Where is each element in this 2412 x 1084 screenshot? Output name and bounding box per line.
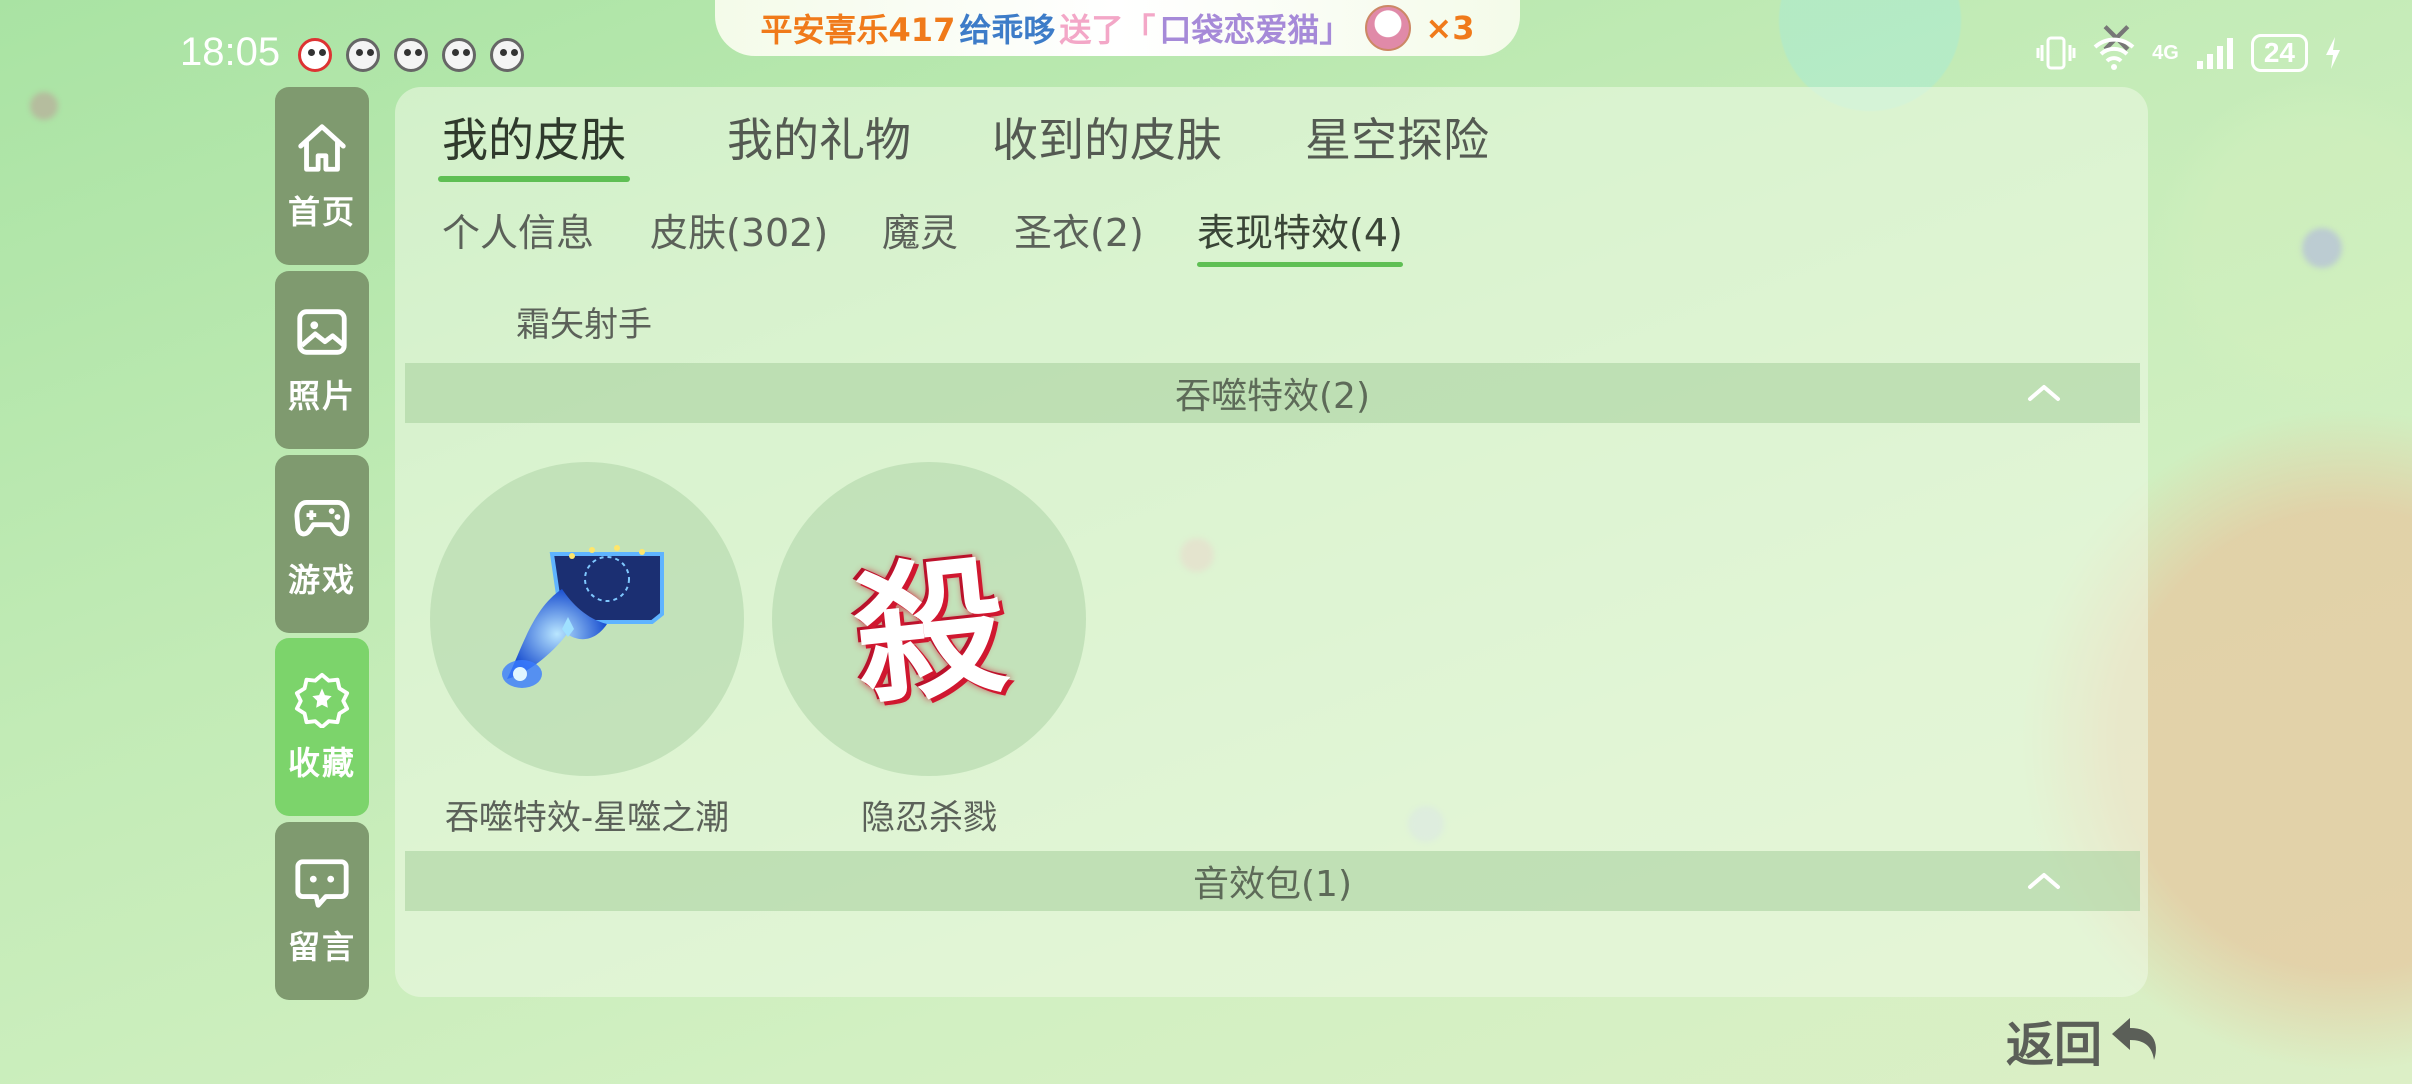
effect-label: 隐忍杀戮 (861, 798, 997, 838)
gift-avatar-icon (1365, 5, 1412, 51)
subtab-spirits[interactable]: 魔灵 (882, 202, 958, 257)
effect-thumbnail (430, 462, 744, 776)
vibrate-icon (2036, 36, 2076, 70)
gift-item: 口袋恋爱猫」 (1159, 11, 1352, 49)
character-name: 霜矢射手 (516, 305, 652, 345)
tab-my-gifts[interactable]: 我的礼物 (727, 104, 911, 170)
image-icon (297, 309, 347, 355)
chevron-up-icon[interactable] (2026, 865, 2062, 895)
kill-glyph-icon: 殺 (846, 536, 1015, 727)
home-icon (298, 124, 346, 172)
effect-item[interactable]: 殺 隐忍杀戮 (769, 462, 1089, 839)
sidebar-item-favorites[interactable]: 收藏 (275, 638, 369, 816)
gift-notification-banner: 平安喜乐417 给乖哆 送了「 口袋恋爱猫」 ×3 (715, 0, 1520, 56)
notification-app-icon (442, 38, 476, 72)
effect-item[interactable]: 吞噬特效-星噬之潮 (427, 462, 747, 839)
notification-icons (298, 38, 524, 72)
notification-app-icon (394, 38, 428, 72)
return-arrow-icon (2112, 1018, 2156, 1060)
subtab-effects[interactable]: 表现特效(4) (1197, 202, 1403, 267)
section-header-devour-effects[interactable]: 吞噬特效(2) (405, 363, 2140, 423)
sidebar-item-label: 留言 (287, 928, 356, 966)
gamepad-icon (294, 500, 350, 537)
section-header-sound-pack[interactable]: 音效包(1) (405, 851, 2140, 911)
sidebar-item-home[interactable]: 首页 (275, 87, 369, 265)
background-decoration (30, 92, 58, 120)
sidebar-item-games[interactable]: 游戏 (275, 455, 369, 633)
sidebar-item-label: 照片 (287, 377, 356, 415)
status-time: 18:05 (180, 30, 281, 74)
system-status-icons: 4G 24 (2036, 34, 2342, 72)
sidebar-item-photos[interactable]: 照片 (275, 271, 369, 449)
background-decoration (2302, 228, 2342, 268)
gift-action: 送了「 (1059, 11, 1156, 49)
sidebar-item-label: 收藏 (287, 744, 356, 782)
star-tide-effect-icon (502, 545, 664, 688)
tab-star-adventure[interactable]: 星空探险 (1305, 104, 1489, 170)
back-label: 返回 (2006, 1017, 2103, 1073)
message-icon (295, 859, 349, 908)
subtab-armor[interactable]: 圣衣(2) (1014, 202, 1144, 257)
network-type: 4G (2152, 41, 2179, 64)
back-button[interactable]: 返回 (2006, 1005, 2164, 1075)
chevron-up-icon[interactable] (2026, 377, 2062, 407)
subtab-profile[interactable]: 个人信息 (442, 202, 594, 257)
section-title: 吞噬特效(2) (1175, 376, 1370, 417)
notification-app-icon (298, 38, 332, 72)
effect-label: 吞噬特效-星噬之潮 (444, 798, 730, 838)
subtab-skins[interactable]: 皮肤(302) (650, 202, 828, 257)
section-title: 音效包(1) (1193, 864, 1352, 905)
sidebar-item-label: 游戏 (287, 561, 356, 599)
gift-count: ×3 (1425, 9, 1475, 47)
effect-thumbnail: 殺 (772, 462, 1086, 776)
wifi-icon (2093, 37, 2135, 70)
sidebar-item-messages[interactable]: 留言 (275, 822, 369, 1000)
notification-app-icon (346, 38, 380, 72)
star-badge-icon (294, 672, 350, 728)
notification-app-icon (490, 38, 524, 72)
gift-sender: 平安喜乐417 (760, 11, 956, 49)
tab-my-skins[interactable]: 我的皮肤 (438, 104, 630, 182)
sidebar-item-label: 首页 (287, 193, 356, 231)
tab-received-skins[interactable]: 收到的皮肤 (992, 104, 1222, 170)
signal-icon (2196, 38, 2233, 69)
gift-receiver: 给乖哆 (959, 11, 1056, 49)
battery-level: 24 (2250, 34, 2308, 72)
charging-icon (2326, 37, 2340, 69)
